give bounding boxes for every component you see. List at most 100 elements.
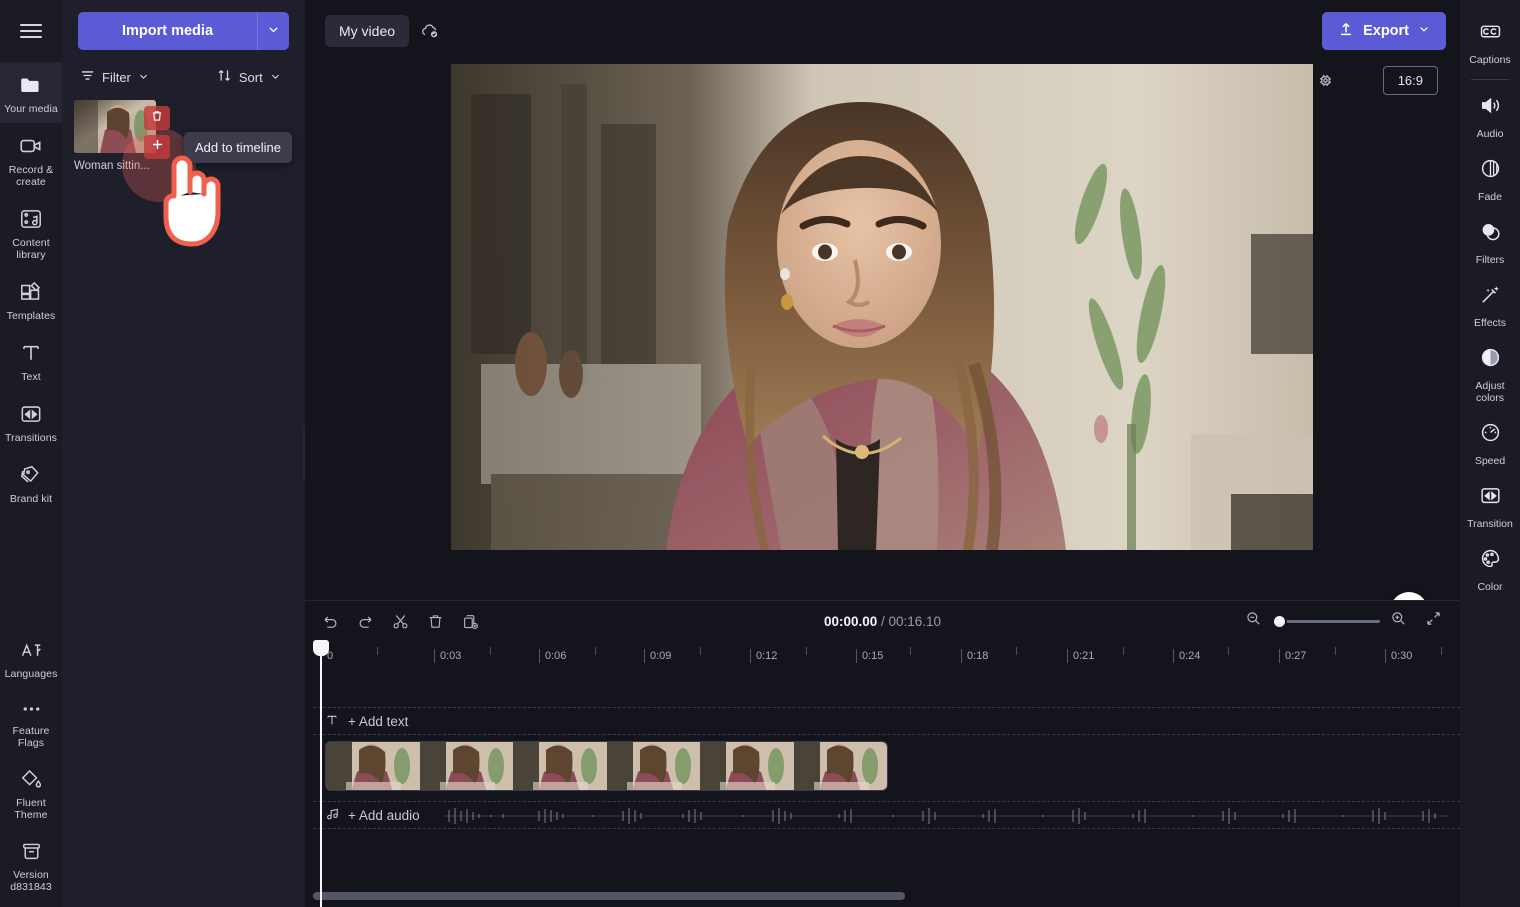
ruler-tick: 0:03 — [434, 649, 461, 663]
tool-audio[interactable]: Audio — [1460, 84, 1520, 147]
zoom-slider[interactable] — [1272, 620, 1380, 623]
tool-speed[interactable]: Speed — [1460, 411, 1520, 474]
half-circle-contrast-icon — [1478, 345, 1503, 375]
archive-box-icon — [19, 839, 44, 864]
redo-button[interactable] — [356, 612, 375, 631]
ruler-tick: 0:27 — [1279, 649, 1306, 663]
tool-captions[interactable]: Captions — [1460, 10, 1520, 73]
tool-label: Adjust colors — [1462, 380, 1518, 404]
media-item-name: Woman sittin... — [74, 160, 156, 172]
import-media-dropdown-button[interactable] — [257, 12, 289, 50]
library-music-icon — [18, 206, 44, 232]
aspect-ratio-button[interactable]: 16:9 — [1383, 66, 1438, 95]
export-button[interactable]: Export — [1322, 12, 1446, 50]
zoom-out-magnifier-icon[interactable] — [1245, 610, 1262, 632]
chevron-down-icon — [267, 23, 280, 39]
top-toolbar: My video Export — [305, 0, 1460, 62]
zoom-slider-handle[interactable] — [1272, 614, 1287, 629]
project-title-input[interactable]: My video — [325, 15, 409, 47]
tool-color[interactable]: Color — [1460, 537, 1520, 600]
export-label: Export — [1363, 23, 1409, 39]
text-t-icon — [325, 713, 339, 730]
timeline-scrollbar-track — [313, 892, 1453, 900]
brand-tag-icon — [18, 462, 44, 488]
divider — [1471, 79, 1509, 80]
cloud-check-icon[interactable] — [419, 20, 441, 42]
magic-wand-icon — [1478, 282, 1503, 312]
sidebar-item-label: Record & create — [2, 164, 60, 188]
sidebar-item-content-library[interactable]: Content library — [0, 196, 62, 269]
timecode-display: 00:00.00 / 00:16.10 — [824, 614, 941, 629]
paint-bucket-icon — [19, 767, 44, 792]
chip-settings-icon[interactable] — [1316, 71, 1335, 90]
ruler-tick: 0:09 — [644, 649, 671, 663]
text-t-icon — [18, 340, 44, 366]
left-rail-bottom-items: Languages Feature Flags Fluent Theme — [0, 628, 62, 907]
playhead-handle[interactable] — [313, 640, 329, 656]
split-button[interactable] — [391, 612, 410, 631]
sort-button[interactable]: Sort — [211, 65, 287, 89]
pointing-hand-cursor — [154, 150, 226, 255]
timeline-tracks: + Add text — [313, 671, 1460, 829]
total-time: 00:16.10 — [889, 614, 942, 629]
ruler-tick: 0:21 — [1067, 649, 1094, 663]
delete-button[interactable] — [426, 612, 445, 631]
sidebar-item-version[interactable]: Version d831843 — [0, 829, 62, 901]
folder-icon — [18, 72, 44, 98]
sidebar-item-feature-flags[interactable]: Feature Flags — [0, 688, 62, 757]
sidebar-item-templates[interactable]: Templates — [0, 269, 62, 330]
fade-circle-icon — [1478, 156, 1503, 186]
sidebar-item-label: Languages — [5, 668, 58, 680]
sidebar-item-label: Version d831843 — [2, 869, 60, 893]
sidebar-item-text[interactable]: Text — [0, 330, 62, 391]
sidebar-item-label: Brand kit — [10, 493, 52, 505]
sidebar-item-transitions[interactable]: Transitions — [0, 391, 62, 452]
sidebar-item-your-media[interactable]: Your media — [0, 62, 62, 123]
video-preview[interactable] — [451, 64, 1313, 550]
fit-to-screen-icon[interactable] — [1425, 610, 1442, 632]
video-clip[interactable] — [325, 741, 888, 791]
duplicate-button[interactable] — [461, 612, 480, 631]
left-navigation-rail: Your media Record & create — [0, 0, 62, 907]
horizontal-scrollbar[interactable] — [313, 892, 905, 900]
clip-frame — [794, 742, 888, 790]
delete-media-button[interactable] — [144, 106, 170, 130]
hamburger-menu-icon[interactable] — [0, 0, 62, 62]
preview-options-row: 16:9 — [1316, 66, 1438, 95]
sidebar-item-label: Text — [21, 371, 41, 383]
sidebar-item-fluent-theme[interactable]: Fluent Theme — [0, 757, 62, 829]
clip-frame — [513, 742, 607, 790]
tool-label: Filters — [1476, 254, 1505, 266]
tool-label: Transition — [1467, 518, 1513, 530]
sidebar-item-languages[interactable]: Languages — [0, 628, 62, 688]
tool-effects[interactable]: Effects — [1460, 273, 1520, 336]
tool-filters[interactable]: Filters — [1460, 210, 1520, 273]
media-item-card[interactable]: Woman sittin... — [74, 100, 156, 172]
timeline-ruler[interactable]: 0 0:03 0:06 0:09 0:12 0:15 0:18 0:21 0:2… — [313, 641, 1460, 671]
editor-main-area: My video Export — [305, 0, 1460, 600]
zoom-in-magnifier-icon[interactable] — [1390, 610, 1407, 632]
add-to-timeline-button[interactable] — [144, 135, 170, 159]
tool-fade[interactable]: Fade — [1460, 147, 1520, 210]
tool-transition[interactable]: Transition — [1460, 474, 1520, 537]
add-text-track[interactable]: + Add text — [313, 707, 1460, 735]
ruler-tick: 0:18 — [961, 649, 988, 663]
transition-icon — [1478, 483, 1503, 513]
plus-icon — [150, 137, 165, 157]
playhead[interactable] — [320, 641, 322, 907]
filter-button[interactable]: Filter — [74, 65, 155, 89]
import-media-button[interactable]: Import media — [78, 12, 257, 50]
ruler-tick: 0:24 — [1173, 649, 1200, 663]
tool-adjust-colors[interactable]: Adjust colors — [1460, 336, 1520, 411]
filter-lines-icon — [80, 68, 95, 86]
top-toolbar-right: Export — [1322, 12, 1460, 50]
clip-frame — [607, 742, 701, 790]
clip-frame — [700, 742, 794, 790]
paint-palette-icon — [1478, 546, 1503, 576]
undo-button[interactable] — [321, 612, 340, 631]
add-audio-track[interactable]: + Add audio — [313, 801, 1460, 829]
sidebar-item-record-create[interactable]: Record & create — [0, 123, 62, 196]
sidebar-item-brand-kit[interactable]: Brand kit — [0, 452, 62, 513]
current-time: 00:00.00 — [824, 614, 877, 629]
closed-captions-icon — [1478, 19, 1503, 49]
